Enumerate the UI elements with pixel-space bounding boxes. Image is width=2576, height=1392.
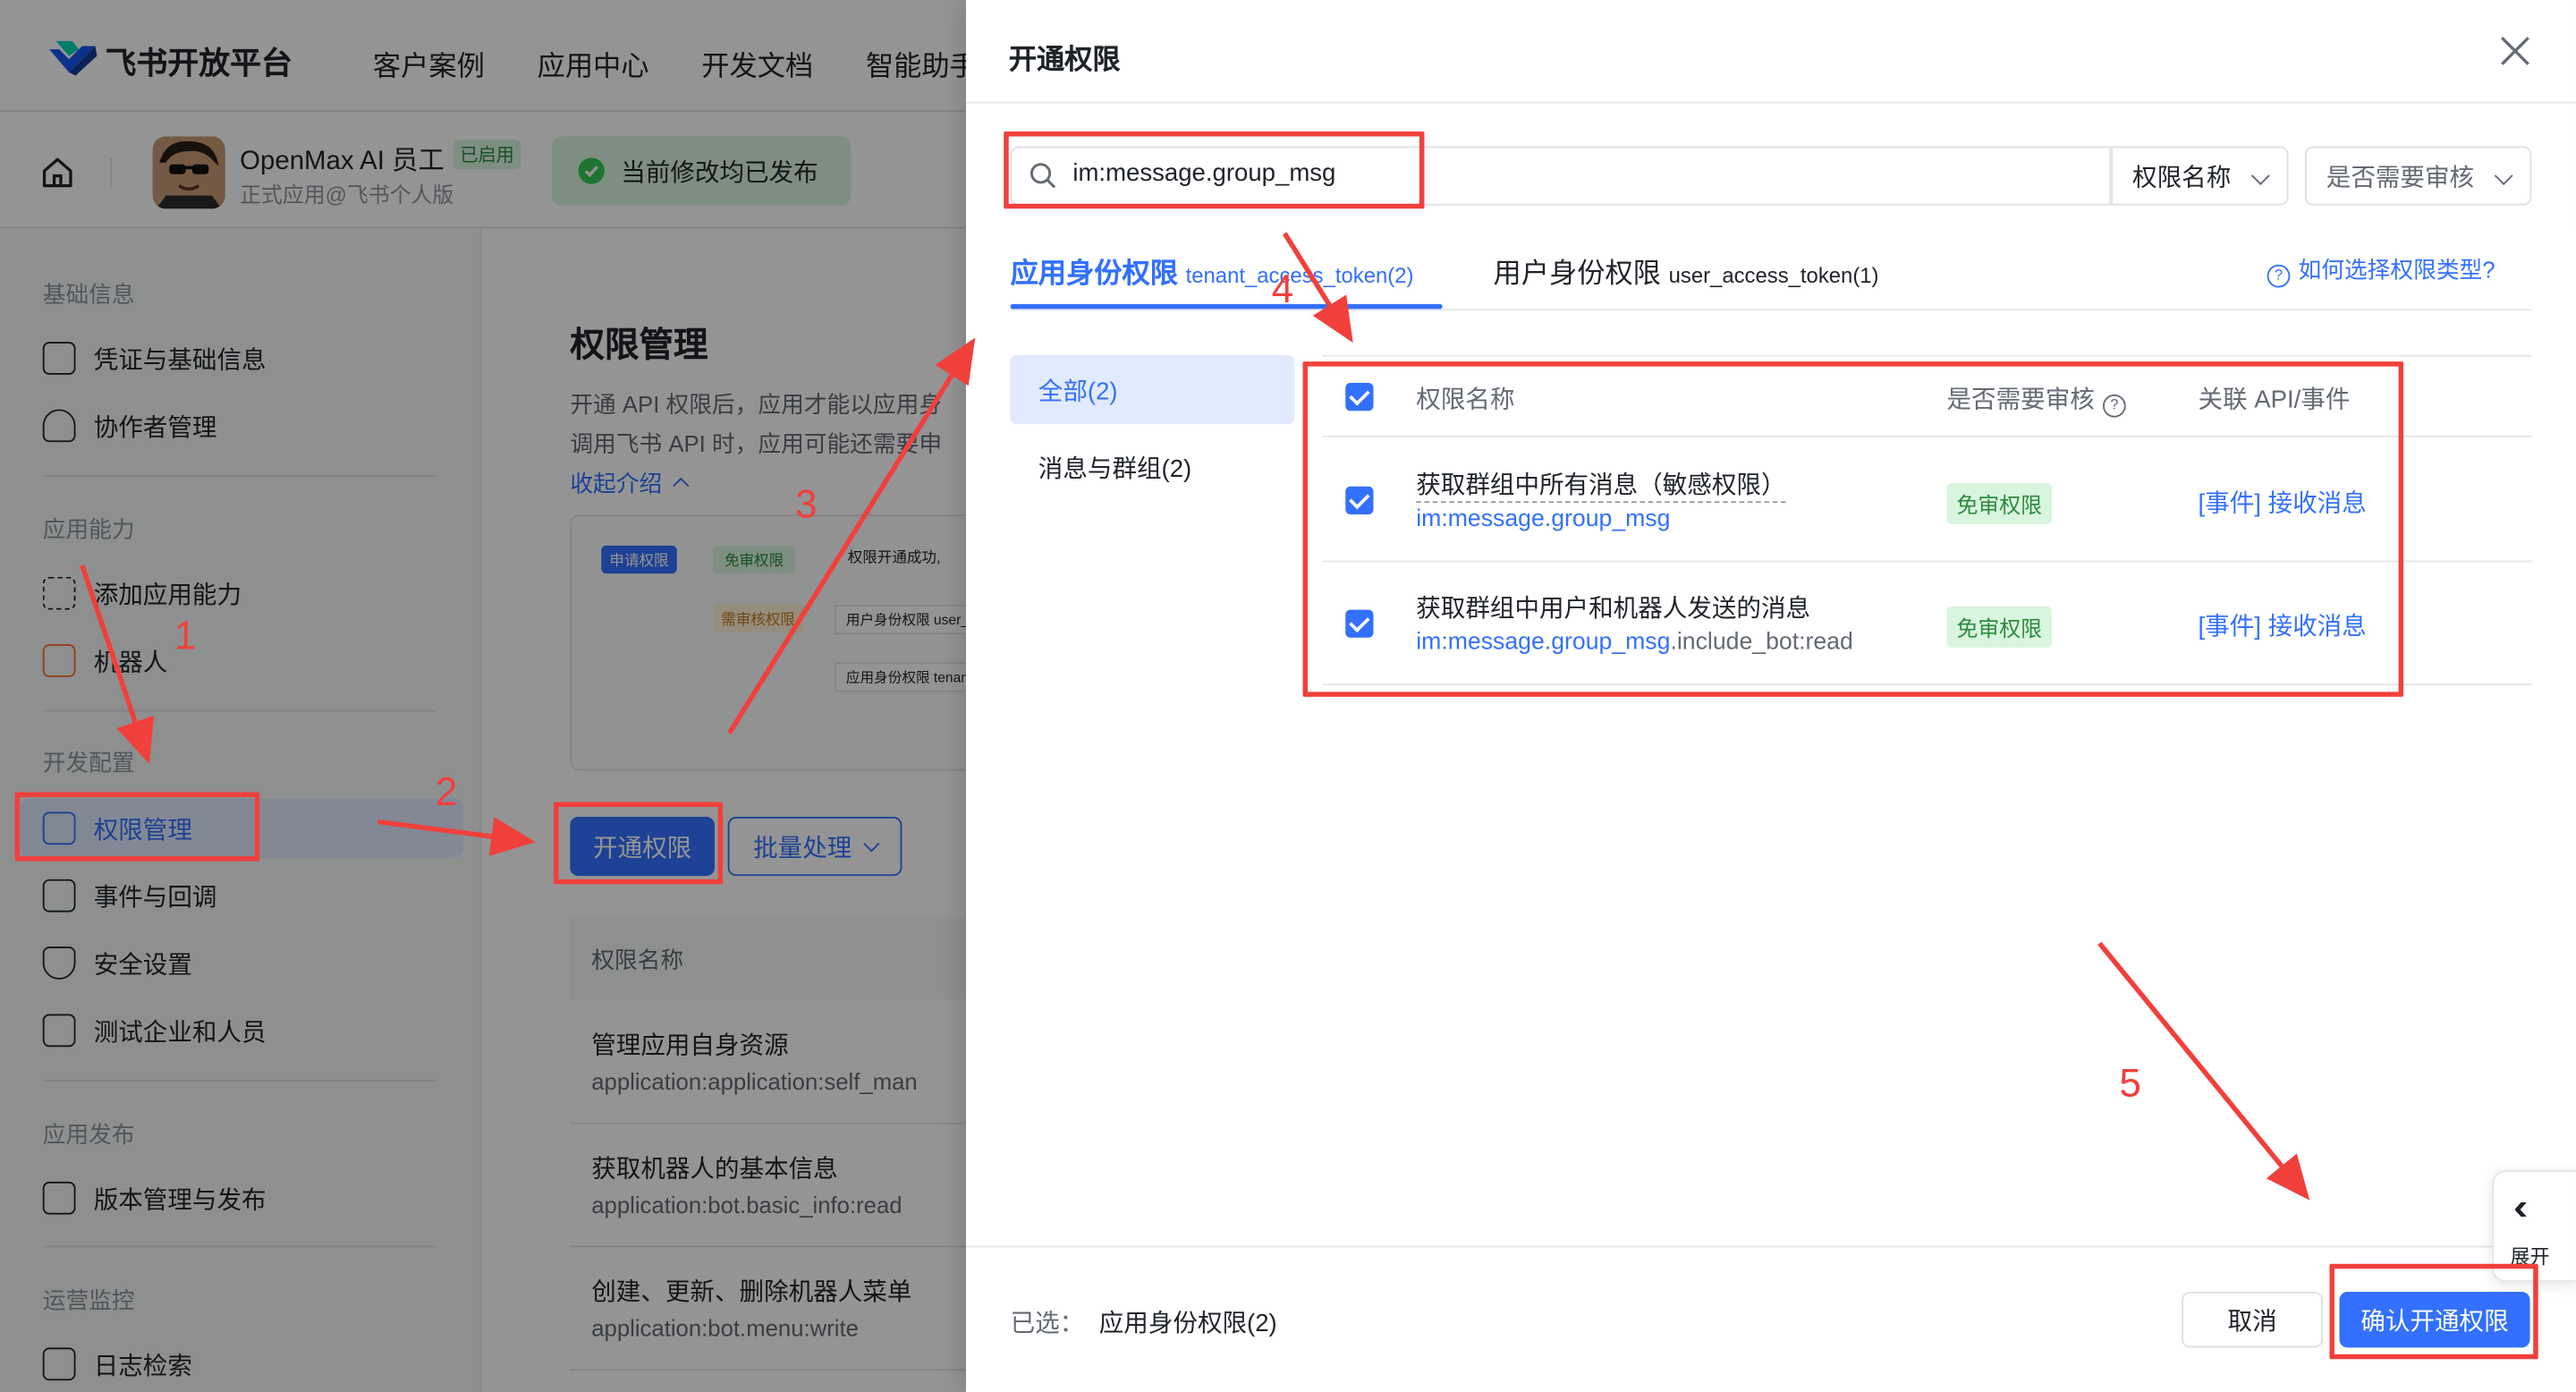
annotation-box-search (1004, 131, 1425, 209)
double-chevron-left-icon: ‹‹ (2513, 1186, 2527, 1228)
chevron-down-icon (2250, 166, 2270, 185)
tab-label: 应用身份权限 (1010, 258, 1178, 290)
drawer-header-divider (965, 101, 2576, 104)
modal-overlay[interactable] (0, 0, 966, 1392)
annotation-number-5: 5 (2119, 1061, 2141, 1107)
annotation-number-3: 3 (794, 483, 818, 528)
drawer-title: 开通权限 (1008, 44, 1121, 76)
annotation-box-permission-list (1302, 361, 2404, 697)
annotation-box-open-button (553, 802, 724, 885)
tab-app-identity[interactable]: 应用身份权限 tenant_access_token(2) (1011, 250, 1414, 291)
tab-user-identity[interactable]: 用户身份权限 user_access_token(1) (1494, 250, 1879, 291)
tab-token-label: user_access_token(1) (1668, 262, 1879, 288)
chevron-down-icon (2494, 166, 2513, 185)
drawer-footer-divider (965, 1245, 2576, 1248)
review-filter-placeholder: 是否需要审核 (2326, 163, 2475, 192)
tab-token-label: tenant_access_token(2) (1185, 262, 1414, 288)
search-field-select[interactable]: 权限名称 (2111, 146, 2289, 206)
cancel-button[interactable]: 取消 (2182, 1291, 2324, 1348)
annotation-box-confirm (2329, 1263, 2538, 1360)
review-filter-select[interactable]: 是否需要审核 (2304, 146, 2532, 206)
close-icon[interactable] (2497, 33, 2533, 69)
category-messages-groups[interactable]: 消息与群组(2) (1038, 450, 1191, 485)
active-tab-indicator (1010, 303, 1443, 310)
annotation-number-1: 1 (174, 615, 197, 659)
help-link-label: 如何选择权限类型? (2298, 256, 2496, 283)
annotation-number-4: 4 (1271, 267, 1294, 313)
question-circle-icon: ? (2267, 264, 2291, 288)
tabs-divider (1010, 309, 2532, 311)
permission-type-help-link[interactable]: ? 如何选择权限类型? (2267, 253, 2496, 288)
annotation-box-permissions (14, 792, 260, 862)
selected-value: 应用身份权限(2) (1098, 1310, 1277, 1338)
annotation-number-2: 2 (435, 770, 458, 816)
selected-label: 已选： (1010, 1310, 1085, 1338)
tab-label: 用户身份权限 (1493, 258, 1661, 290)
category-all[interactable]: 全部(2) (1010, 354, 1295, 424)
search-field-selected: 权限名称 (2132, 163, 2232, 192)
